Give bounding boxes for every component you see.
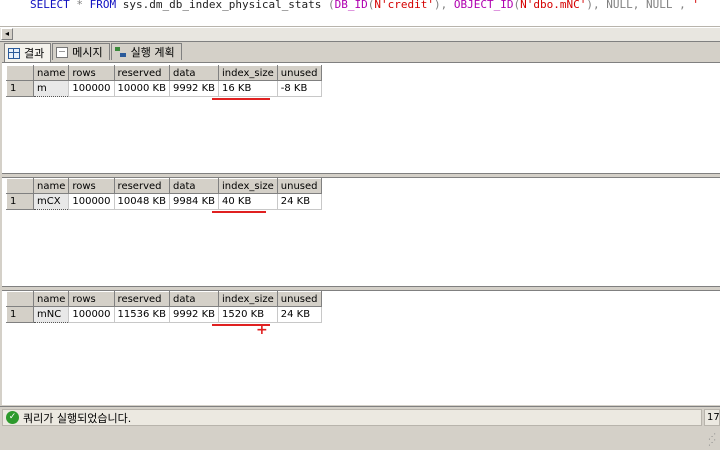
query-token: ': [692, 0, 699, 11]
column-header[interactable]: rows: [68, 65, 115, 81]
table-cell[interactable]: 10000 KB: [113, 80, 170, 97]
table-cell[interactable]: 11536 KB: [113, 306, 170, 323]
result-table[interactable]: name rows reserved data index_size unuse…: [6, 291, 322, 323]
red-underline-annotation: [212, 98, 270, 100]
status-bar: ✓ 쿼리가 실행되었습니다. 17: [0, 406, 720, 429]
table-cell[interactable]: mNC: [32, 306, 70, 323]
query-token: (: [328, 0, 335, 11]
column-header[interactable]: data: [168, 291, 220, 307]
column-header[interactable]: rows: [68, 178, 115, 194]
column-header[interactable]: name: [32, 65, 70, 81]
column-header[interactable]: index_size: [218, 291, 278, 307]
row-number[interactable]: 1: [6, 306, 34, 323]
result-grid-2[interactable]: name rows reserved data index_size unuse…: [6, 178, 720, 286]
table-cell[interactable]: 1520 KB: [218, 306, 278, 323]
table-cell[interactable]: 10048 KB: [113, 193, 170, 210]
column-header[interactable]: reserved: [113, 291, 170, 307]
results-area: name rows reserved data index_size unuse…: [2, 62, 720, 405]
tab-messages[interactable]: 메시지: [52, 43, 110, 60]
table-cell[interactable]: 24 KB: [276, 306, 322, 323]
table-cell[interactable]: 9992 KB: [168, 306, 220, 323]
tab-execution-plan-label: 실행 계획: [130, 46, 175, 59]
row-header-corner[interactable]: [6, 291, 34, 307]
row-header-corner[interactable]: [6, 178, 34, 194]
query-token: SELECT: [30, 0, 70, 11]
status-message: 쿼리가 실행되었습니다.: [23, 411, 132, 425]
tab-messages-label: 메시지: [72, 46, 103, 59]
table-cell[interactable]: m: [32, 80, 70, 97]
query-token: ), NULL, NULL ,: [586, 0, 693, 11]
column-header[interactable]: reserved: [113, 65, 170, 81]
column-header[interactable]: unused: [276, 65, 322, 81]
editor-horizontal-scrollbar[interactable]: ◂: [0, 27, 720, 42]
table-cell[interactable]: -8 KB: [276, 80, 322, 97]
query-token: *: [69, 0, 90, 11]
column-header[interactable]: index_size: [218, 65, 278, 81]
row-header-corner[interactable]: [6, 65, 34, 81]
result-table[interactable]: name rows reserved data index_size unuse…: [6, 65, 322, 97]
table-cell[interactable]: 100000: [68, 306, 115, 323]
table-cell[interactable]: 9992 KB: [168, 80, 220, 97]
column-header[interactable]: data: [168, 178, 220, 194]
column-header[interactable]: rows: [68, 291, 115, 307]
success-check-icon: ✓: [6, 411, 19, 424]
query-token: N'credit': [374, 0, 435, 11]
resize-grip-icon[interactable]: ⋰ ⋰: [708, 433, 718, 447]
execution-plan-icon: [114, 46, 127, 58]
window-bottom-strip: [0, 429, 720, 450]
status-right-panel: 17: [704, 409, 720, 426]
column-header[interactable]: unused: [276, 178, 322, 194]
table-row[interactable]: 1 mCX 100000 10048 KB 9984 KB 40 KB 24 K…: [6, 193, 322, 210]
query-token: FROM: [89, 0, 117, 11]
tab-results[interactable]: 결과: [4, 43, 52, 62]
scroll-left-arrow-icon[interactable]: ◂: [1, 28, 13, 40]
status-panel: ✓ 쿼리가 실행되었습니다.: [2, 409, 702, 426]
result-grid-1[interactable]: name rows reserved data index_size unuse…: [6, 65, 720, 173]
query-text[interactable]: SELECT * FROM sys.dm_db_index_physical_s…: [30, 0, 699, 11]
table-cell[interactable]: 9984 KB: [168, 193, 220, 210]
row-number[interactable]: 1: [6, 80, 34, 97]
query-token: sys.dm_db_index_physical_stats: [116, 0, 329, 11]
tab-results-label: 결과: [24, 47, 45, 60]
column-header[interactable]: index_size: [218, 178, 278, 194]
message-icon: [56, 46, 69, 58]
table-row[interactable]: 1 m 100000 10000 KB 9992 KB 16 KB -8 KB: [6, 80, 322, 97]
table-row[interactable]: 1 mNC 100000 11536 KB 9992 KB 1520 KB 24…: [6, 306, 322, 323]
table-cell[interactable]: 100000: [68, 193, 115, 210]
table-cell[interactable]: 24 KB: [276, 193, 322, 210]
query-editor[interactable]: SELECT * FROM sys.dm_db_index_physical_s…: [0, 0, 720, 27]
table-cell[interactable]: 100000: [68, 80, 115, 97]
column-header[interactable]: name: [32, 178, 70, 194]
query-token: OBJECT_ID: [453, 0, 514, 11]
column-header[interactable]: reserved: [113, 178, 170, 194]
row-number[interactable]: 1: [6, 193, 34, 210]
table-cell[interactable]: 40 KB: [218, 193, 278, 210]
table-cell[interactable]: 16 KB: [218, 80, 278, 97]
crosshair-cursor-icon: +: [256, 322, 268, 338]
query-token: N'dbo.mNC': [520, 0, 587, 11]
results-tab-strip: 결과 메시지 실행 계획: [4, 43, 183, 62]
column-header[interactable]: data: [168, 65, 220, 81]
result-table[interactable]: name rows reserved data index_size unuse…: [6, 178, 322, 210]
red-underline-annotation: [212, 211, 266, 213]
query-token: DB_ID: [334, 0, 368, 11]
column-header[interactable]: name: [32, 291, 70, 307]
grid-icon: [8, 47, 20, 59]
table-cell[interactable]: mCX: [32, 193, 70, 210]
result-grid-3[interactable]: name rows reserved data index_size unuse…: [6, 291, 720, 403]
tab-execution-plan[interactable]: 실행 계획: [110, 43, 182, 60]
query-token: ),: [434, 0, 454, 11]
column-header[interactable]: unused: [276, 291, 322, 307]
